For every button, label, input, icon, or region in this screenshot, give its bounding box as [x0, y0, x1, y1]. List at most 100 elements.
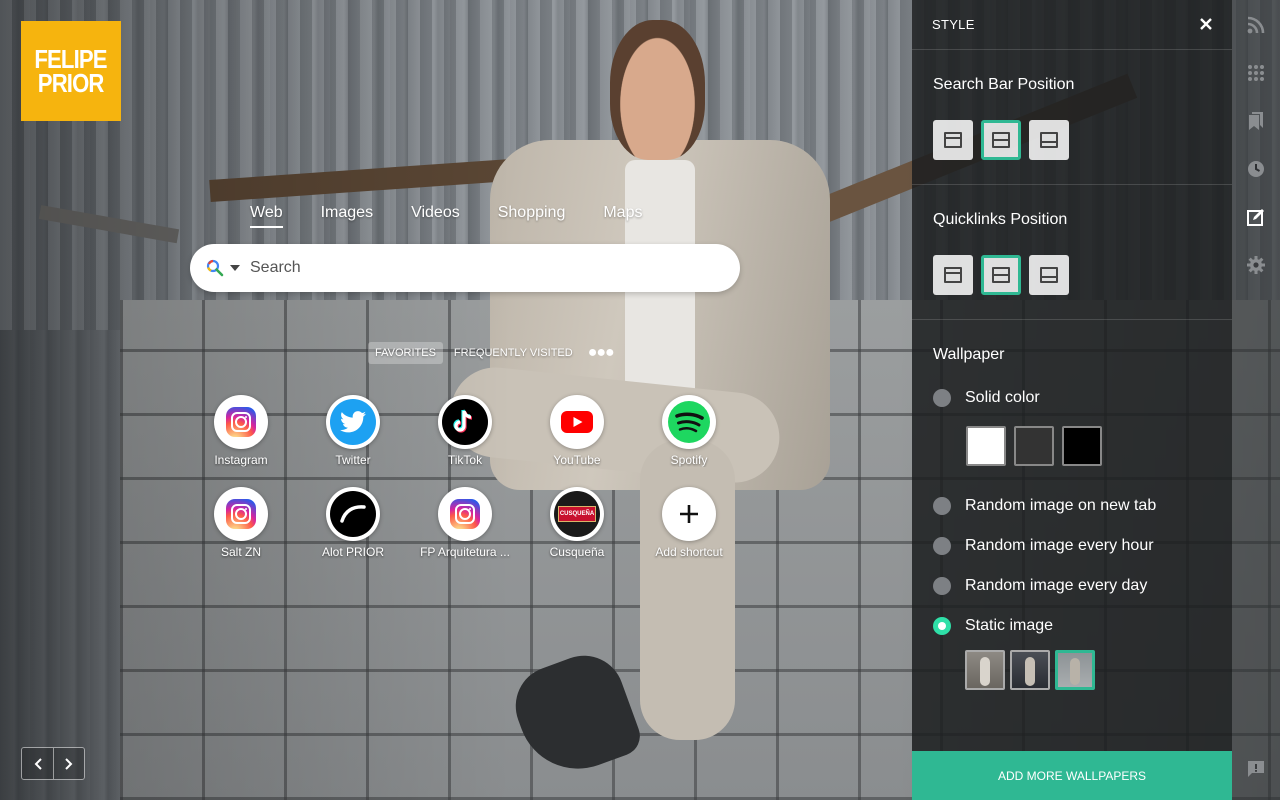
radio-button[interactable] [933, 577, 951, 595]
wallpaper-thumbnail[interactable] [1010, 650, 1050, 690]
wallpaper-option-random-new-tab[interactable]: Random image on new tab [933, 486, 1212, 526]
swatch-dark-gray[interactable] [1014, 426, 1054, 466]
chevron-right-icon [65, 757, 73, 770]
wallpaper-option-static-image[interactable]: Static image [933, 606, 1212, 646]
panel-title: STYLE [932, 17, 975, 32]
search-input[interactable] [250, 259, 740, 277]
bookmarks-icon [1249, 112, 1263, 130]
shortcut-instagram[interactable]: Instagram [185, 395, 297, 467]
history-button[interactable] [1232, 145, 1280, 193]
style-panel: STYLE Search Bar Position Quicklinks Pos… [912, 0, 1232, 800]
wallpaper-option-random-hour[interactable]: Random image every hour [933, 526, 1212, 566]
tab-maps[interactable]: Maps [603, 198, 642, 228]
tab-web[interactable]: Web [250, 198, 283, 228]
instagram-icon [226, 407, 256, 437]
tab-favorites[interactable]: FAVORITES [368, 342, 443, 364]
style-button[interactable] [1232, 193, 1280, 241]
next-wallpaper-button[interactable] [53, 748, 84, 779]
position-middle-icon [992, 132, 1010, 148]
swatch-black[interactable] [1062, 426, 1102, 466]
close-panel-button[interactable] [1200, 13, 1212, 36]
quicklinks-position-bottom[interactable] [1029, 255, 1069, 295]
right-icon-rail [1232, 0, 1280, 800]
wallpaper-option-random-day[interactable]: Random image every day [933, 566, 1212, 606]
shortcut-spotify[interactable]: Spotify [633, 395, 745, 467]
settings-icon [1247, 256, 1265, 274]
tab-shopping[interactable]: Shopping [498, 198, 566, 228]
shortcut-label: Twitter [335, 453, 371, 467]
shortcut-label: FP Arquitetura ... [420, 545, 510, 559]
apps-grid-icon [1248, 65, 1264, 81]
tab-images[interactable]: Images [321, 198, 373, 228]
magnifier-multicolor-icon [206, 259, 224, 277]
chevron-down-icon [230, 265, 240, 271]
wallpaper-thumbnail[interactable] [965, 650, 1005, 690]
radio-label: Random image every day [965, 577, 1148, 594]
wallpaper-option-solid-color[interactable]: Solid color [933, 378, 1212, 418]
quicklinks-position-middle[interactable] [981, 255, 1021, 295]
swatch-white[interactable] [966, 426, 1006, 466]
position-middle-icon [992, 267, 1010, 283]
rss-button[interactable] [1232, 1, 1280, 49]
radio-button[interactable] [933, 537, 951, 555]
bookmarks-button[interactable] [1232, 97, 1280, 145]
history-icon [1248, 161, 1264, 177]
shortcut-fp-arquitetura[interactable]: FP Arquitetura ... [409, 487, 521, 559]
tab-videos[interactable]: Videos [411, 198, 460, 228]
shortcut-grid: Instagram Twitter TikTok YouTube Spotify… [185, 395, 745, 559]
apps-button[interactable] [1232, 49, 1280, 97]
radio-label: Solid color [965, 389, 1040, 406]
position-bottom-icon [1040, 132, 1058, 148]
tab-frequently-visited[interactable]: FREQUENTLY VISITED [447, 342, 580, 364]
shortcut-label: Salt ZN [220, 545, 261, 559]
static-image-thumbnails [965, 650, 1212, 690]
radio-button[interactable] [933, 497, 951, 515]
shortcut-label: YouTube [553, 453, 601, 467]
radio-button-checked[interactable] [933, 617, 951, 635]
search-bar-position-middle[interactable] [981, 120, 1021, 160]
logo-line-2: PRIOR [38, 68, 105, 98]
search-bar-position-top[interactable] [933, 120, 973, 160]
rss-icon [1247, 16, 1265, 34]
section-title: Search Bar Position [933, 76, 1075, 93]
search-engine-selector[interactable] [206, 259, 240, 277]
quicklinks-position-top[interactable] [933, 255, 973, 295]
position-bottom-icon [1040, 267, 1058, 283]
previous-wallpaper-button[interactable] [22, 748, 53, 779]
feedback-icon [1248, 761, 1264, 777]
instagram-icon [450, 499, 480, 529]
instagram-icon [226, 499, 256, 529]
shortcut-twitter[interactable]: Twitter [297, 395, 409, 467]
search-bar-position-bottom[interactable] [1029, 120, 1069, 160]
search-bar-position-section: Search Bar Position [912, 50, 1232, 185]
search-bar [190, 244, 740, 292]
shortcut-label: Spotify [670, 453, 708, 467]
cusquena-icon: CUSQUEÑA [554, 491, 600, 537]
youtube-icon [561, 411, 593, 433]
shortcut-salt-zn[interactable]: Salt ZN [185, 487, 297, 559]
shortcut-label: Instagram [214, 453, 268, 467]
shortcut-cusquena[interactable]: CUSQUEÑA Cusqueña [521, 487, 633, 559]
radio-label: Static image [965, 617, 1054, 634]
radio-label: Random image on new tab [965, 497, 1157, 514]
shortcut-youtube[interactable]: YouTube [521, 395, 633, 467]
position-top-icon [944, 132, 962, 148]
search-type-tabs: Web Images Videos Shopping Maps [250, 198, 680, 228]
style-edit-icon [1247, 209, 1264, 226]
radio-label: Random image every hour [965, 537, 1154, 554]
quicklinks-position-section: Quicklinks Position [912, 185, 1232, 320]
wallpaper-nav [21, 747, 85, 780]
settings-button[interactable] [1232, 241, 1280, 289]
add-more-wallpapers-button[interactable]: ADD MORE WALLPAPERS [912, 751, 1232, 800]
radio-button[interactable] [933, 389, 951, 407]
add-shortcut-button[interactable]: Add shortcut [633, 487, 745, 559]
feedback-button[interactable] [1232, 745, 1280, 793]
shortcut-tiktok[interactable]: TikTok [409, 395, 521, 467]
shortcut-label: TikTok [447, 453, 483, 467]
shortcut-alot-prior[interactable]: Alot PRIOR [297, 487, 409, 559]
chevron-left-icon [34, 757, 42, 770]
more-dots-icon[interactable]: ●●● [584, 344, 618, 362]
wallpaper-thumbnail-selected[interactable] [1055, 650, 1095, 690]
panel-header: STYLE [912, 0, 1232, 50]
close-icon [1200, 18, 1212, 30]
